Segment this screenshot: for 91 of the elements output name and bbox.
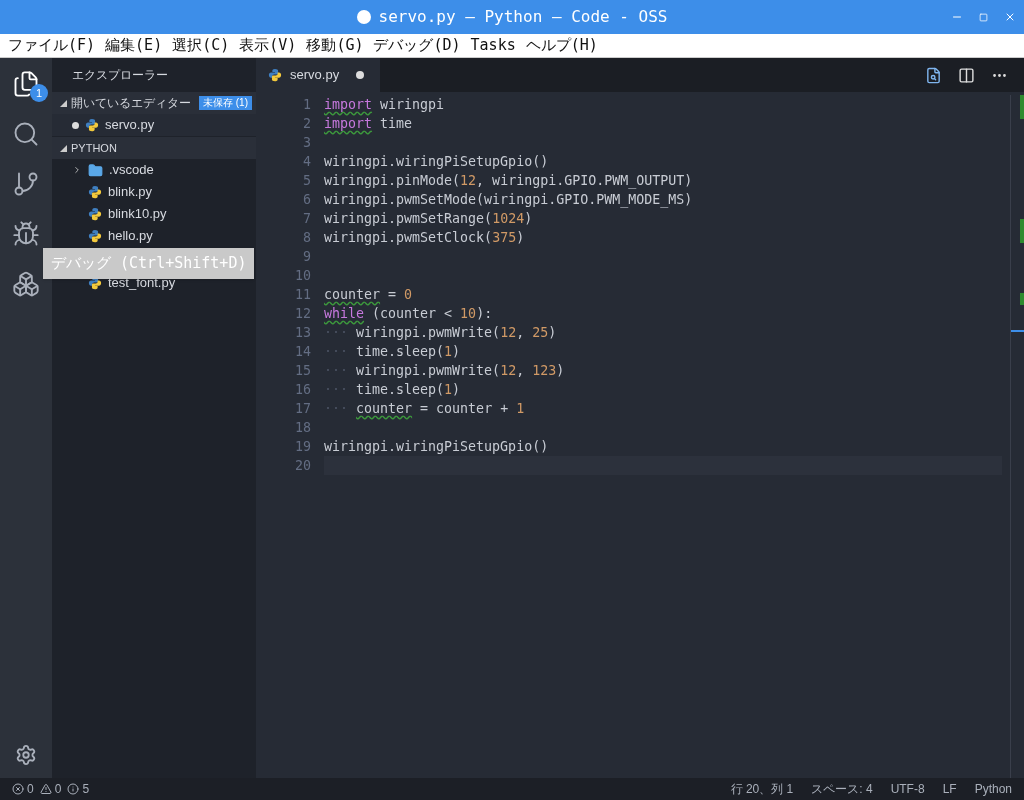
line-number: 2	[303, 115, 311, 133]
code-line: wiringpi.pwmSetMode(wiringpi.GPIO.PWM_MODE_MS)	[324, 192, 693, 207]
settings-icon[interactable]	[15, 744, 37, 766]
python-icon	[88, 185, 102, 199]
menu-item[interactable]: ヘルプ(H)	[525, 34, 598, 57]
status-item[interactable]: 行 20、列 1	[730, 780, 794, 798]
code-line: wiringpi.pwmSetClock(375)	[324, 230, 525, 245]
expand-triangle-icon[interactable]	[60, 99, 67, 107]
code-line: wiringpi.pinMode(12, wiringpi.GPIO.PWM_OUTPUT)	[324, 173, 693, 188]
line-number: 16	[295, 381, 311, 399]
python-icon	[85, 118, 99, 132]
status-item[interactable]: UTF-8	[890, 780, 925, 798]
code-line: counter = 0	[324, 287, 413, 302]
open-editor-item[interactable]: servo.py	[52, 114, 256, 136]
line-number: 17	[295, 400, 311, 418]
line-number: 12	[295, 305, 311, 323]
editor-tab[interactable]: servo.py	[256, 58, 380, 92]
code-line: wiringpi.wiringPiSetupGpio()	[324, 439, 549, 454]
folder-icon	[88, 162, 103, 178]
status-item[interactable]: LF	[942, 780, 957, 798]
code-line: import wiringpi	[324, 97, 445, 112]
code-line: wiringpi.wiringPiSetupGpio()	[324, 154, 549, 169]
status-item[interactable]: スペース: 4	[811, 780, 873, 798]
line-number: 5	[303, 172, 311, 190]
problem-count[interactable]: 0	[54, 780, 62, 798]
line-number: 15	[295, 362, 311, 380]
line-number: 3	[303, 134, 311, 152]
code-line: ··· wiringpi.pwmWrite(12, 25)	[324, 325, 557, 340]
file-name[interactable]: blink10.py	[108, 204, 167, 224]
line-number: 14	[295, 343, 311, 361]
sidebar-title: エクスプローラー	[72, 67, 168, 84]
python-icon	[268, 68, 282, 82]
expand-triangle-icon[interactable]	[60, 144, 67, 152]
unsaved-count-badge: 未保存 (1)	[199, 96, 252, 110]
python-icon	[88, 276, 102, 290]
line-number: 13	[295, 324, 311, 342]
search-icon[interactable]	[12, 120, 40, 148]
file-name: servo.py	[105, 116, 155, 135]
extensions-icon[interactable]	[12, 270, 40, 298]
window-title: servo.py — Python — Code - OSS	[378, 6, 668, 28]
menu-item[interactable]: 選択(C)	[172, 34, 230, 57]
menu-item[interactable]: 表示(V)	[239, 34, 297, 57]
menu-item[interactable]: デバッグ(D)	[373, 34, 461, 57]
status-item[interactable]: Python	[974, 780, 1012, 798]
section-header[interactable]: PYTHON	[52, 137, 256, 159]
code-line: ··· time.sleep(1)	[324, 344, 461, 359]
line-number: 8	[303, 229, 311, 247]
problem-count[interactable]: 0	[27, 780, 34, 798]
line-number: 18	[295, 419, 311, 437]
code-line: ··· time.sleep(1)	[324, 382, 461, 397]
code-line: import time	[324, 116, 413, 131]
code-line: wiringpi.pwmSetRange(1024)	[324, 211, 533, 226]
branch-icon[interactable]	[12, 170, 40, 198]
line-number: 11	[295, 286, 311, 304]
close-icon[interactable]	[1004, 11, 1016, 23]
menu-item[interactable]: 移動(G)	[306, 34, 364, 57]
menu-item[interactable]: ファイル(F)	[8, 34, 96, 57]
cursor-marker	[1011, 330, 1024, 332]
error-icon[interactable]	[12, 783, 24, 795]
code-line: ··· counter = counter + 1	[324, 401, 525, 416]
section-label: PYTHON	[71, 140, 117, 156]
file-name[interactable]: hello.py	[108, 226, 153, 246]
line-number: 4	[303, 153, 311, 171]
menu-item[interactable]: 編集(E)	[105, 34, 163, 57]
file-name[interactable]: .vscode	[109, 160, 154, 180]
problem-count[interactable]: 5	[82, 780, 90, 798]
line-number: 9	[303, 248, 311, 266]
notification-badge: 1	[30, 84, 48, 102]
code-line: ··· wiringpi.pwmWrite(12, 123)	[324, 363, 565, 378]
code-line: while (counter < 10):	[324, 306, 493, 321]
change-marker	[1020, 95, 1024, 119]
python-icon	[88, 207, 102, 221]
line-number: 19	[295, 438, 311, 456]
file-name[interactable]: blink.py	[108, 182, 153, 202]
menu-item[interactable]: Tasks	[470, 34, 516, 57]
section-label: 開いているエディター	[71, 95, 191, 112]
change-marker	[1020, 219, 1024, 243]
line-number: 20	[295, 457, 311, 475]
section-header[interactable]: 開いているエディター 未保存 (1)	[52, 92, 256, 114]
line-number: 1	[303, 96, 311, 114]
preview-search-icon[interactable]	[925, 66, 942, 84]
warning-icon[interactable]	[39, 783, 52, 795]
line-number: 6	[303, 191, 311, 209]
files-icon[interactable]	[12, 70, 40, 98]
line-number: 10	[295, 267, 311, 285]
line-number: 7	[303, 210, 311, 228]
split-editor-icon[interactable]	[958, 66, 975, 84]
bug-icon[interactable]	[12, 220, 40, 248]
change-marker	[1020, 293, 1024, 305]
python-icon	[88, 229, 102, 243]
info-icon[interactable]	[67, 783, 80, 795]
